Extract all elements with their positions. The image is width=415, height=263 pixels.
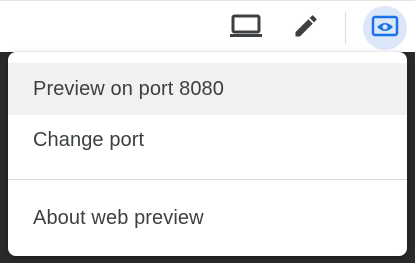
edit-pencil-icon [292,12,320,45]
menu-item-label: Preview on port 8080 [33,77,225,100]
menu-item-label: Change port [33,128,145,151]
web-preview-menu: Preview on port 8080 Change port About w… [8,52,407,256]
laptop-button[interactable] [224,6,268,50]
menu-item-change-port[interactable]: Change port [8,114,407,166]
menu-divider [8,179,407,180]
toolbar-separator [345,12,346,44]
laptop-icon [230,14,262,43]
edit-button[interactable] [284,6,328,50]
toolbar [0,0,415,52]
menu-item-about-web-preview[interactable]: About web preview [8,192,407,244]
toolbar-divider-line [0,0,415,1]
web-preview-icon [371,14,399,43]
menu-item-label: About web preview [33,206,204,229]
screen: Preview on port 8080 Change port About w… [0,0,415,263]
menu-item-preview-port[interactable]: Preview on port 8080 [8,63,407,115]
web-preview-button[interactable] [363,6,407,50]
